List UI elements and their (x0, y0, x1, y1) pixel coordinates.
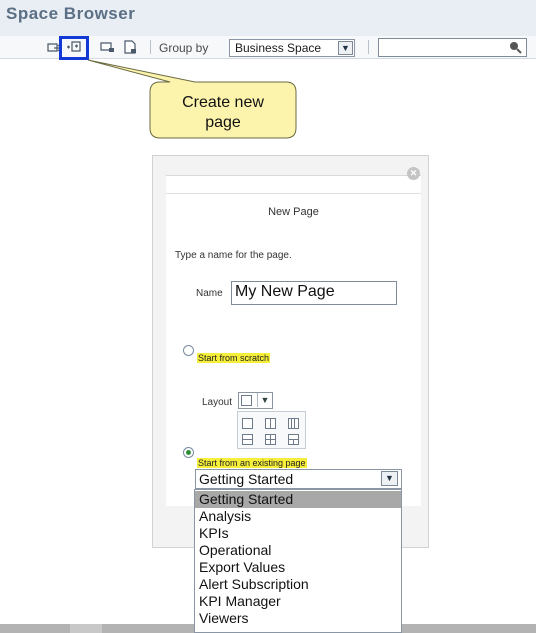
option-scratch-label: Start from scratch (197, 353, 271, 363)
toolbar-separator (150, 40, 151, 54)
name-label: Name (196, 288, 223, 299)
existing-page-value: Getting Started (199, 471, 294, 487)
radio-start-from-scratch[interactable] (183, 345, 194, 356)
dropdown-option[interactable]: Viewers (195, 610, 401, 627)
close-icon[interactable]: ✕ (407, 167, 420, 180)
group-by-label: Group by (159, 41, 209, 55)
existing-page-dropdown: Getting Started Analysis KPIs Operationa… (194, 489, 402, 633)
layout-label: Layout (202, 397, 233, 408)
dialog-divider (166, 193, 421, 194)
bottom-bar (402, 624, 536, 633)
group-by-value: Business Space (235, 41, 322, 55)
bottom-bar (70, 624, 102, 633)
dropdown-option[interactable]: Export Values (195, 559, 401, 576)
bottom-bar (0, 624, 70, 633)
bottom-bar (102, 624, 194, 633)
copy-page-icon[interactable] (99, 39, 117, 55)
layout-two-row-icon[interactable] (242, 434, 253, 445)
search-input[interactable] (378, 38, 527, 57)
radio-selected-dot (186, 450, 191, 455)
layout-three-column-icon[interactable] (288, 418, 299, 429)
toolbar-separator (368, 40, 369, 54)
layout-split-grid-icon[interactable] (288, 434, 299, 445)
layout-single-icon (241, 395, 252, 406)
dropdown-option[interactable]: KPIs (195, 525, 401, 542)
dropdown-option[interactable]: Operational (195, 542, 401, 559)
chevron-down-icon[interactable]: ▼ (381, 471, 398, 486)
name-field[interactable]: My New Page (231, 281, 397, 305)
chevron-down-icon[interactable]: ▼ (257, 393, 272, 407)
dropdown-option[interactable]: Analysis (195, 508, 401, 525)
chevron-down-icon[interactable]: ▼ (338, 41, 353, 55)
dropdown-option[interactable]: KPI Manager (195, 593, 401, 610)
dropdown-option[interactable]: Getting Started (195, 491, 401, 508)
layout-one-column-icon[interactable] (242, 418, 253, 429)
page-properties-icon[interactable] (121, 39, 139, 55)
dialog-title: New Page (268, 206, 319, 218)
callout-text: Create new page (182, 94, 264, 131)
layout-two-column-icon[interactable] (265, 418, 276, 429)
search-icon[interactable] (508, 40, 522, 59)
panel-title: Space Browser (6, 4, 136, 23)
dropdown-option[interactable]: Alert Subscription (195, 576, 401, 593)
layout-four-grid-icon[interactable] (265, 434, 276, 445)
dialog-prompt: Type a name for the page. (175, 250, 292, 261)
